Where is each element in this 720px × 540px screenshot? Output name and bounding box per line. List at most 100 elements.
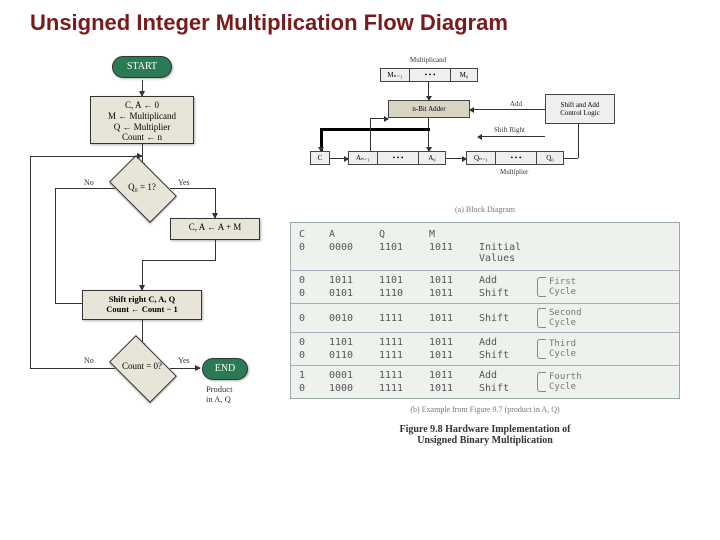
trace-cell: 0: [299, 288, 329, 299]
trace-cell: 1101: [329, 337, 379, 348]
line: [30, 368, 115, 369]
trace-cell: 0: [299, 337, 329, 348]
control-box: Shift and Add Control Logic: [545, 94, 615, 124]
line: [428, 118, 429, 128]
trace-cell: 0: [299, 313, 329, 324]
trace-cell: 1111: [379, 350, 429, 361]
line: [55, 188, 115, 189]
trace-cell: 1101: [379, 275, 429, 286]
q-hi-reg: Qₙ₋₁: [466, 151, 496, 165]
initial-op: Initial Values: [479, 242, 549, 264]
line: [578, 124, 579, 158]
trace-cycle: 00110101101111111110111011AddShiftThird …: [291, 333, 679, 366]
trace-cell: 1011: [429, 350, 479, 361]
arrow-icon: [370, 118, 388, 119]
product-label: Product in A, Q: [206, 384, 266, 404]
trace-cell: 0110: [329, 350, 379, 361]
trace-header-row: C 0 A 0000 Q 1101 M 1011 Initial Values: [291, 223, 679, 271]
shift-arrow: [478, 136, 545, 137]
shift-node: Shift right C, A, Q Count ← Count − 1: [82, 290, 202, 320]
shift-label: Shift Right: [494, 126, 525, 134]
col-A: A: [329, 229, 379, 240]
cycle-label: Third Cycle: [549, 339, 669, 359]
trace-cell: 1011: [429, 275, 479, 286]
trace-cell: 1011: [429, 288, 479, 299]
figure-caption: Figure 9.8 Hardware Implementation of Un…: [290, 424, 680, 446]
initial-A: 0000: [329, 242, 379, 253]
col-C: C: [299, 229, 329, 240]
trace-cell: 1: [299, 370, 329, 381]
add-arrow: [470, 109, 545, 110]
trace-cell: 1011: [429, 313, 479, 324]
trace-cell: 1011: [429, 370, 479, 381]
yes-label: Yes: [178, 178, 190, 187]
right-column: Multiplicand Mₙ₋₁ • • • M₀ n-Bit Adder A…: [290, 56, 680, 486]
bus: [320, 128, 430, 131]
c-reg: C: [310, 151, 330, 165]
trace-cell: 1011: [429, 383, 479, 394]
line: [30, 156, 31, 368]
trace-cell: 0: [299, 350, 329, 361]
line: [170, 188, 215, 189]
trace-cell: 0010: [329, 313, 379, 324]
trace-table: C0 A0000 Q1101 M1011 Initial Values 0010…: [290, 222, 680, 399]
trace-cycle: 10000110001111111110111011AddShiftFourth…: [291, 366, 679, 398]
q-dots: • • •: [496, 151, 536, 165]
trace-cell: 1111: [379, 383, 429, 394]
m-hi-box: Mₙ₋₁: [380, 68, 410, 82]
trace-cycle: 00101101011101111010111011AddShiftFirst …: [291, 271, 679, 304]
trace-cell: 0: [299, 383, 329, 394]
arrow-icon: [215, 188, 216, 218]
page-title: Unsigned Integer Multiplication Flow Dia…: [30, 10, 700, 36]
a-lo-reg: A₀: [418, 151, 446, 165]
arrow-icon: [446, 158, 466, 159]
cycle-label: Fourth Cycle: [549, 372, 669, 392]
arrow-icon: [428, 131, 429, 151]
arrow-icon: [30, 156, 142, 157]
initial-Q: 1101: [379, 242, 429, 253]
a-hi-reg: Aₙ₋₁: [348, 151, 378, 165]
arrow-icon: [428, 82, 429, 100]
col-Q: Q: [379, 229, 429, 240]
m-dots: • • •: [410, 68, 450, 82]
arrow-icon: [142, 80, 143, 96]
line: [215, 240, 216, 260]
line: [370, 118, 371, 151]
trace-cell: 1011: [429, 337, 479, 348]
block-diagram: Multiplicand Mₙ₋₁ • • • M₀ n-Bit Adder A…: [290, 56, 680, 201]
end-node: END: [202, 358, 248, 380]
add-label: Add: [510, 100, 522, 108]
yes-label-2: Yes: [178, 356, 190, 365]
arrow-icon: [142, 260, 143, 290]
trace-cycle: 0001011111011ShiftSecond Cycle: [291, 304, 679, 333]
multiplicand-label: Multiplicand: [410, 56, 446, 64]
no-label-2: No: [84, 356, 94, 365]
initial-C: 0: [299, 242, 329, 253]
trace-cell: 1111: [379, 337, 429, 348]
col-M: M: [429, 229, 479, 240]
flowchart: START C, A ← 0 M ← Multiplicand Q ← Mult…: [20, 56, 280, 486]
line: [142, 260, 216, 261]
q0-decision-text: Q₀ = 1?: [107, 182, 177, 192]
init-node: C, A ← 0 M ← Multiplicand Q ← Multiplier…: [90, 96, 194, 144]
initial-M: 1011: [429, 242, 479, 253]
trace-cell: 1111: [379, 313, 429, 324]
trace-cell: 0: [299, 275, 329, 286]
a-dots: • • •: [378, 151, 418, 165]
trace-cell: 1111: [379, 370, 429, 381]
q-lo-reg: Q₀: [536, 151, 564, 165]
trace-cell: 1000: [329, 383, 379, 394]
line: [564, 158, 578, 159]
trace-cell: 0001: [329, 370, 379, 381]
trace-cell: 1011: [329, 275, 379, 286]
add-node: C, A ← A + M: [170, 218, 260, 240]
line: [55, 188, 56, 303]
start-node: START: [112, 56, 172, 78]
caption-a: (a) Block Diagram: [290, 205, 680, 214]
trace-cell: 0101: [329, 288, 379, 299]
arrow-icon: [320, 131, 323, 151]
arrow-icon: [330, 158, 348, 159]
multiplier-label: Multiplier: [500, 168, 528, 176]
trace-cell: 1110: [379, 288, 429, 299]
m-lo-box: M₀: [450, 68, 478, 82]
